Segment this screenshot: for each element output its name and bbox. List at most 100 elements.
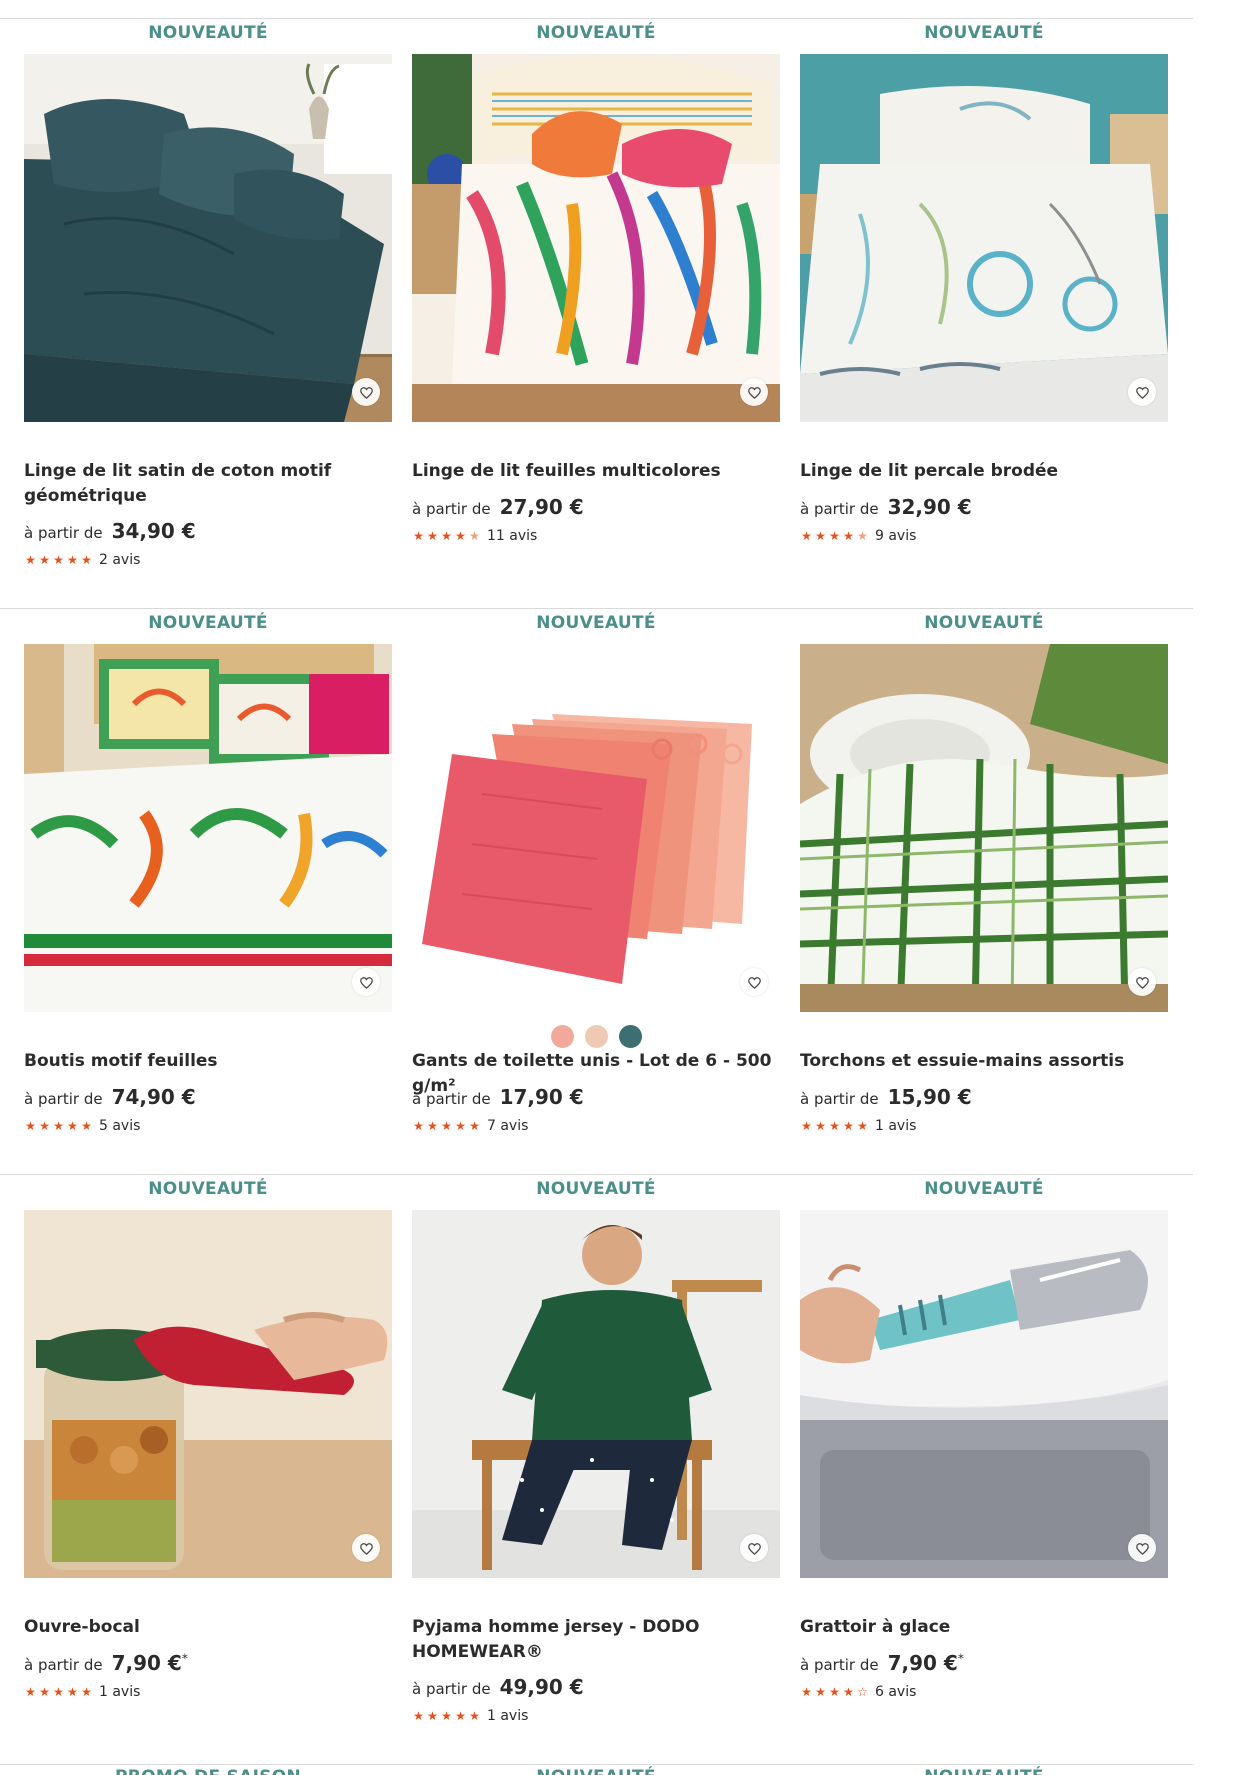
star-icon: ★ — [455, 1709, 466, 1723]
price-line: à partir de 27,90 € — [412, 495, 780, 519]
product-title[interactable]: Ouvre-bocal — [24, 1615, 392, 1640]
product-card[interactable]: NOUVEAUTÉ — [412, 19, 780, 608]
star-icon: ★ — [843, 1685, 854, 1699]
wishlist-heart-icon[interactable] — [352, 1534, 380, 1562]
new-badge: NOUVEAUTÉ — [924, 613, 1044, 633]
product-image[interactable] — [24, 644, 392, 1012]
product-card[interactable]: NOUVEAUTÉ — [800, 19, 1168, 608]
product-card[interactable]: NOUVEAUTÉ — [412, 1765, 780, 1775]
wishlist-heart-icon[interactable] — [740, 378, 768, 406]
product-grid-page: NOUVEAUTÉ Linge de lit satin de coton mo… — [0, 0, 1250, 1775]
star-icon: ★ — [427, 529, 438, 543]
wishlist-heart-icon[interactable] — [1128, 1534, 1156, 1562]
product-image[interactable] — [800, 54, 1168, 422]
product-image[interactable] — [412, 1210, 780, 1578]
star-icon: ★ — [427, 1119, 438, 1133]
product-image[interactable] — [800, 1210, 1168, 1578]
price-line: à partir de 17,90 € — [412, 1085, 780, 1109]
rating[interactable]: ★ ★ ★ ★ ★ 7 avis — [412, 1118, 528, 1134]
star-rating-icon: ★ ★ ★ ★ ★ — [24, 1685, 93, 1699]
wishlist-heart-icon[interactable] — [352, 968, 380, 996]
rating[interactable]: ★ ★ ★ ★ ★ 5 avis — [24, 1118, 140, 1134]
product-title[interactable]: Torchons et essuie-mains assortis — [800, 1049, 1168, 1074]
color-swatch[interactable] — [584, 1025, 608, 1048]
product-card[interactable]: NOUVEAUTÉ — [24, 1175, 392, 1764]
price-from-label: à partir de — [800, 1090, 879, 1108]
wishlist-heart-icon[interactable] — [740, 1534, 768, 1562]
star-icon: ★ — [53, 1685, 64, 1699]
star-icon: ★ — [455, 529, 466, 543]
star-icon: ★ — [39, 1119, 50, 1133]
product-image[interactable] — [24, 54, 392, 422]
rating[interactable]: ★ ★ ★ ★ ★ 11 avis — [412, 528, 537, 544]
product-title[interactable]: Grattoir à glace — [800, 1615, 1168, 1640]
wishlist-heart-icon[interactable] — [740, 968, 768, 996]
price-value: 17,90 € — [499, 1085, 584, 1109]
product-card[interactable]: NOUVEAUTÉ — [24, 19, 392, 608]
rating[interactable]: ★ ★ ★ ★ ★ 1 avis — [412, 1708, 528, 1724]
product-card[interactable]: NOUVEAUTÉ — [800, 1765, 1168, 1775]
price-line: à partir de 49,90 € — [412, 1675, 780, 1699]
wishlist-heart-icon[interactable] — [1128, 378, 1156, 406]
rating[interactable]: ★ ★ ★ ★ ★ 2 avis — [24, 552, 140, 568]
wishlist-heart-icon[interactable] — [1128, 968, 1156, 996]
product-image[interactable] — [800, 644, 1168, 1012]
star-icon: ★ — [829, 529, 840, 543]
rating[interactable]: ★ ★ ★ ★ ★ 9 avis — [800, 528, 916, 544]
price-value: 32,90 € — [887, 495, 972, 519]
price-value: 7,90 €* — [887, 1651, 964, 1675]
product-title[interactable]: Linge de lit percale brodée — [800, 459, 1168, 484]
star-icon: ★ — [39, 1685, 50, 1699]
product-title[interactable]: Linge de lit feuilles multicolores — [412, 459, 780, 484]
product-title[interactable]: Linge de lit satin de coton motif géomét… — [24, 459, 392, 509]
bedding-photo — [24, 54, 392, 422]
price-value: 7,90 €* — [111, 1651, 188, 1675]
product-image[interactable] — [24, 1210, 392, 1578]
star-icon: ★ — [81, 553, 92, 567]
price-value: 49,90 € — [499, 1675, 584, 1699]
wishlist-heart-icon[interactable] — [352, 378, 380, 406]
star-icon: ★ — [843, 1119, 854, 1133]
price-from-label: à partir de — [800, 500, 879, 518]
product-card[interactable]: NOUVEAUTÉ — [800, 609, 1168, 1174]
product-card[interactable]: NOUVEAUTÉ — [24, 609, 392, 1174]
product-card[interactable]: NOUVEAUTÉ — [412, 609, 780, 1174]
price-line: à partir de 7,90 €* — [800, 1651, 1168, 1675]
star-icon: ★ — [857, 529, 868, 543]
product-row: NOUVEAUTÉ — [0, 608, 1193, 1174]
new-badge: NOUVEAUTÉ — [412, 1767, 780, 1775]
star-icon: ★ — [413, 1709, 424, 1723]
product-card[interactable]: NOUVEAUTÉ — [412, 1175, 780, 1764]
product-card[interactable]: NOUVEAUTÉ Grattoir à glace à partir de 7… — [800, 1175, 1168, 1764]
color-swatch[interactable] — [618, 1025, 642, 1048]
rating[interactable]: ★ ★ ★ ★ ☆ 6 avis — [800, 1684, 916, 1700]
rating[interactable]: ★ ★ ★ ★ ★ 1 avis — [24, 1684, 140, 1700]
star-icon: ★ — [857, 1119, 868, 1133]
star-icon: ★ — [801, 1685, 812, 1699]
price-value: 15,90 € — [887, 1085, 972, 1109]
product-image[interactable] — [412, 54, 780, 422]
price-from-label: à partir de — [412, 500, 491, 518]
product-card[interactable]: PROMO DE SAISON — [24, 1765, 392, 1775]
star-icon: ★ — [815, 529, 826, 543]
price-value: 27,90 € — [499, 495, 584, 519]
product-title[interactable]: Boutis motif feuilles — [24, 1049, 392, 1074]
price-from-label: à partir de — [412, 1090, 491, 1108]
star-icon: ★ — [469, 1119, 480, 1133]
price-from-label: à partir de — [24, 1656, 103, 1674]
star-icon: ☆ — [857, 1685, 868, 1699]
review-count: 7 avis — [487, 1118, 529, 1134]
new-badge: NOUVEAUTÉ — [148, 1179, 268, 1199]
product-image[interactable] — [412, 644, 780, 1012]
new-badge: NOUVEAUTÉ — [924, 23, 1044, 43]
star-icon: ★ — [815, 1119, 826, 1133]
color-swatches — [412, 1025, 780, 1048]
color-swatch[interactable] — [550, 1025, 574, 1048]
star-icon: ★ — [25, 1685, 36, 1699]
rating[interactable]: ★ ★ ★ ★ ★ 1 avis — [800, 1118, 916, 1134]
jar-opener-photo — [24, 1210, 392, 1578]
star-icon: ★ — [441, 529, 452, 543]
review-count: 6 avis — [875, 1684, 917, 1700]
product-title[interactable]: Pyjama homme jersey - DODO HOMEWEAR® — [412, 1615, 780, 1665]
star-icon: ★ — [25, 1119, 36, 1133]
